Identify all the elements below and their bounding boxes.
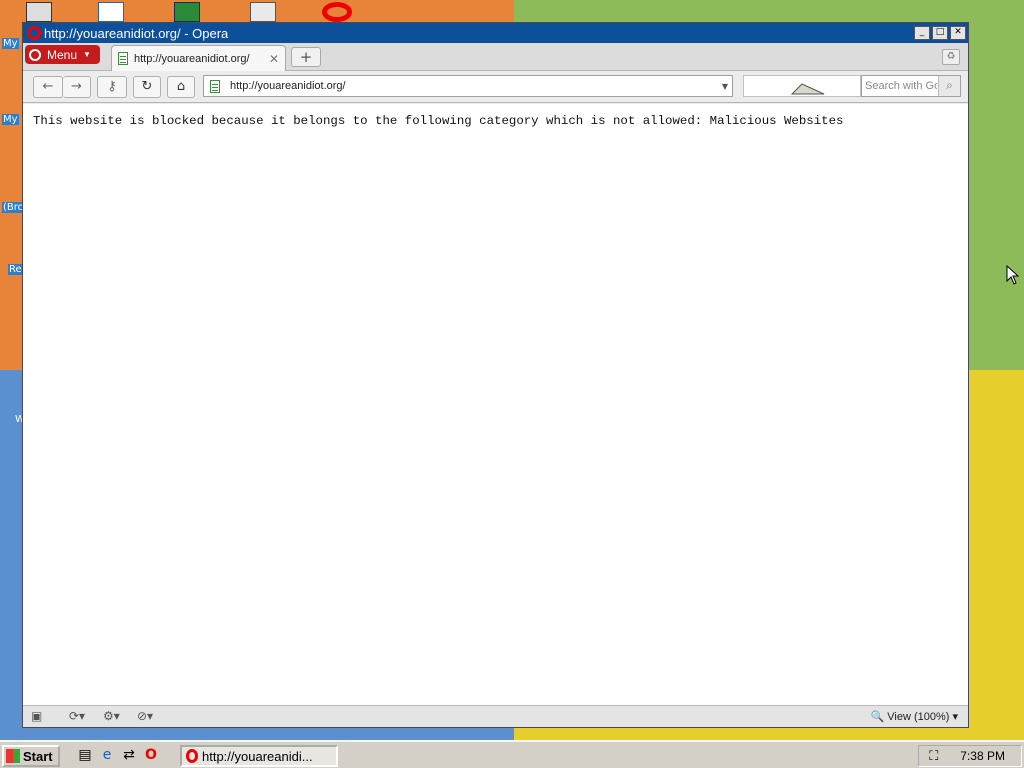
taskbar-opera-window[interactable]: http://youareanidi... — [180, 745, 338, 767]
tab-title: http://youareanidiot.org/ — [134, 52, 250, 65]
page-icon — [118, 52, 128, 65]
window-title: http://youareanidiot.org/ - Opera — [44, 25, 229, 41]
address-input[interactable]: http://youareanidiot.org/ — [230, 80, 346, 92]
search-engine-selector[interactable] — [743, 75, 861, 97]
sync-icon[interactable]: ⟳▾ — [69, 709, 85, 723]
search-icon[interactable]: ⌕ — [938, 76, 960, 96]
tab-bar: Menu ▼ http://youareanidiot.org/ ✕ + ♻ — [23, 43, 968, 71]
tab-current[interactable]: http://youareanidiot.org/ ✕ — [111, 45, 286, 71]
menu-label: Menu — [47, 47, 78, 62]
tray-network-icon[interactable]: ⛶ — [929, 748, 938, 764]
search-engine-icon — [790, 83, 825, 95]
start-label: Start — [23, 748, 53, 764]
address-bar[interactable]: http://youareanidiot.org/ ▼ — [203, 75, 733, 97]
cursor-arrow-icon — [1006, 265, 1020, 285]
quicklaunch-desktop-icon[interactable]: ▤ — [76, 746, 94, 764]
blocked-message: This website is blocked because it belon… — [33, 114, 844, 128]
desktop-label[interactable]: My — [2, 114, 19, 125]
title-bar[interactable]: http://youareanidiot.org/ - Opera _ □ ✕ — [23, 23, 968, 43]
back-button[interactable]: ← — [33, 76, 63, 98]
close-button[interactable]: ✕ — [950, 26, 966, 40]
desktop-icon-scheduler[interactable] — [250, 2, 276, 22]
desktop-icon-computer[interactable] — [26, 2, 52, 22]
quicklaunch-ie-icon[interactable]: e — [98, 746, 116, 764]
chevron-down-icon: ▼ — [83, 50, 91, 59]
page-icon — [210, 79, 220, 93]
opera-logo-icon — [27, 26, 41, 40]
desktop-icon-excel[interactable] — [174, 2, 200, 22]
home-button[interactable]: ⌂ — [167, 76, 195, 98]
quicklaunch-network-icon[interactable]: ⇄ — [120, 746, 138, 764]
task-title: http://youareanidi... — [202, 748, 313, 764]
opera-menu-button[interactable]: Menu ▼ — [25, 45, 100, 64]
start-button[interactable]: Start — [2, 745, 60, 767]
desktop-icon-opera[interactable] — [322, 2, 352, 22]
trash-icon[interactable]: ♻ — [942, 49, 960, 65]
new-tab-button[interactable]: + — [291, 47, 321, 67]
reload-button[interactable]: ↻ — [133, 76, 161, 98]
chevron-down-icon[interactable]: ▼ — [722, 82, 728, 91]
maximize-button[interactable]: □ — [932, 26, 948, 40]
turbo-icon[interactable]: ⚙▾ — [103, 709, 120, 723]
zoom-control[interactable]: 🔍 View (100%) ▾ — [870, 710, 958, 724]
window-controls: _ □ ✕ — [914, 26, 968, 40]
zoom-level: View (100%) — [887, 710, 950, 723]
minimize-button[interactable]: _ — [914, 26, 930, 40]
quicklaunch-opera-icon[interactable]: O — [142, 746, 160, 764]
system-tray: ⛶ 7:38 PM — [918, 745, 1022, 767]
page-content: This website is blocked because it belon… — [23, 104, 968, 706]
tab-close-icon[interactable]: ✕ — [269, 52, 279, 66]
panel-toggle-icon[interactable]: ▣ — [31, 709, 42, 723]
unite-icon[interactable]: ⊘▾ — [137, 709, 153, 723]
zoom-icon: 🔍 — [870, 711, 885, 723]
clock[interactable]: 7:38 PM — [960, 749, 1005, 763]
status-bar: ▣ ⟳▾ ⚙▾ ⊘▾ 🔍 View (100%) ▾ — [23, 705, 968, 727]
forward-button[interactable]: → — [63, 76, 91, 98]
opera-logo-icon — [29, 48, 41, 61]
search-input[interactable]: Search with Google — [865, 80, 937, 92]
windows-logo-icon — [6, 749, 20, 763]
desktop-icon-network[interactable] — [98, 2, 124, 22]
key-icon[interactable]: ⚷ — [97, 76, 127, 98]
navigation-toolbar: ← → ⚷ ↻ ⌂ http://youareanidiot.org/ ▼ Se… — [23, 71, 968, 103]
opera-window: http://youareanidiot.org/ - Opera _ □ ✕ … — [22, 22, 969, 728]
taskbar: Start ▤ e ⇄ O http://youareanidi... ⛶ 7:… — [0, 740, 1024, 768]
search-field[interactable]: Search with Google ⌕ — [861, 75, 961, 97]
chevron-down-icon: ▾ — [952, 711, 958, 723]
desktop-label[interactable]: My — [2, 38, 19, 49]
opera-logo-icon — [186, 749, 198, 763]
desktop-label[interactable]: Re — [8, 264, 23, 275]
